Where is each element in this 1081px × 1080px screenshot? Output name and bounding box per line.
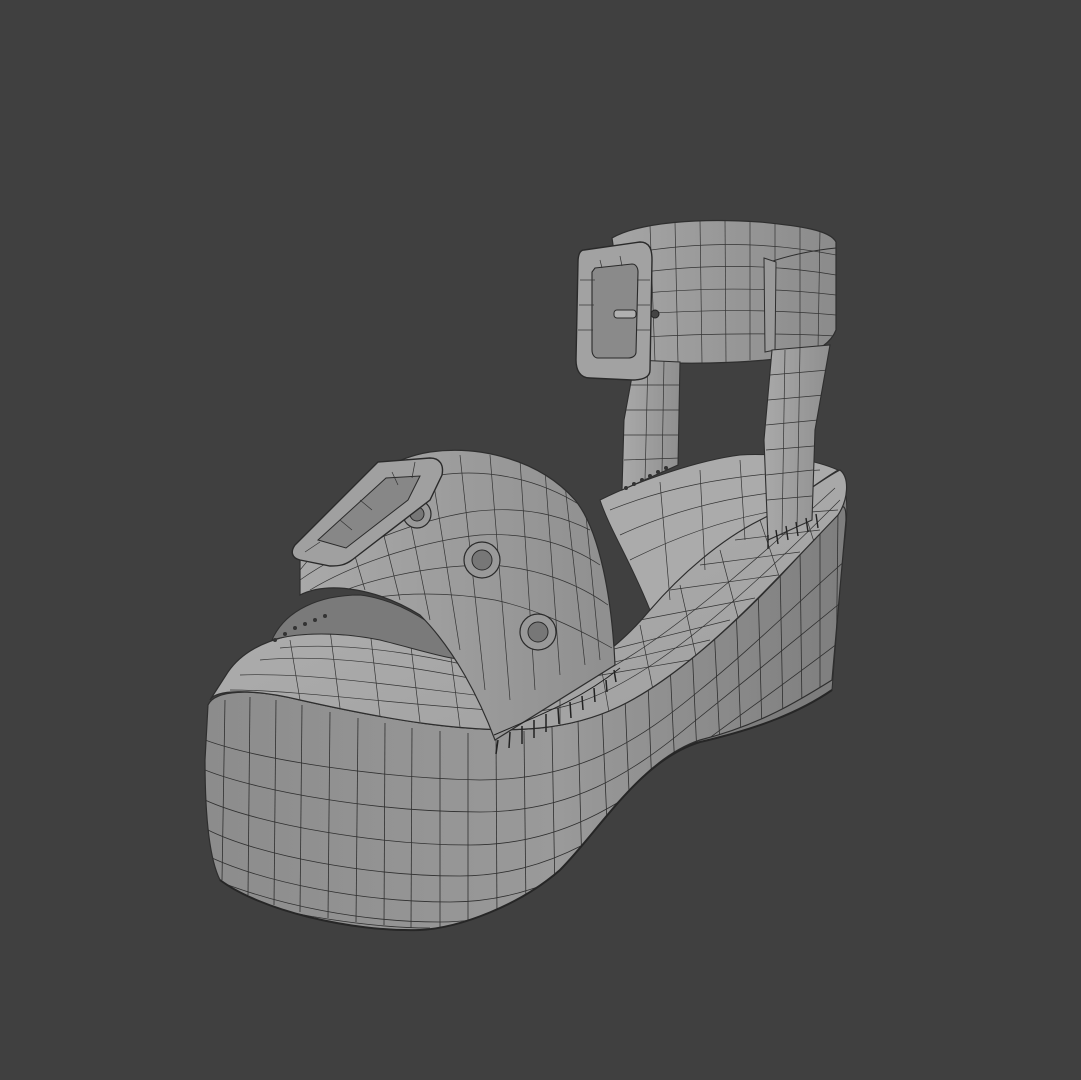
ankle-buckle bbox=[575, 241, 653, 381]
3d-viewport bbox=[0, 0, 1081, 1080]
eyelet-3 bbox=[519, 613, 557, 651]
strap-keeper bbox=[763, 257, 777, 353]
sandal-render bbox=[204, 219, 848, 932]
strap-hole bbox=[650, 309, 660, 319]
eyelet-2 bbox=[463, 541, 501, 579]
buckle-prong bbox=[613, 309, 637, 319]
